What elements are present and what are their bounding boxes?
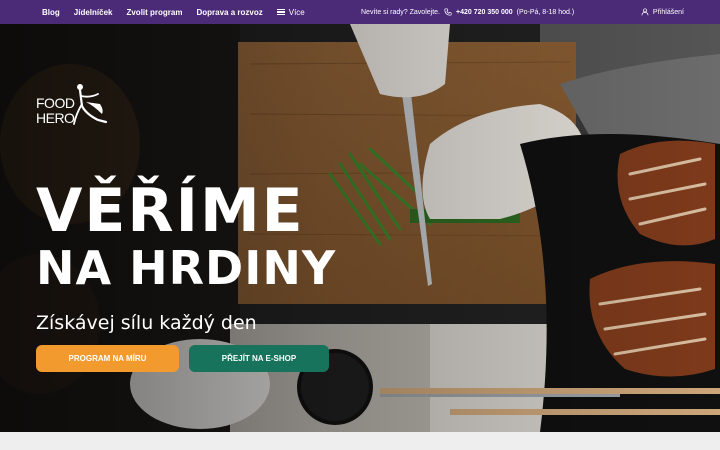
hero-title-line1: VĚŘÍME [36,176,305,246]
top-navigation-bar: Blog Jídelníček Zvolit program Doprava a… [0,0,720,24]
nav-doprava-a-rozvoz[interactable]: Doprava a rozvoz [196,8,262,17]
menu-icon [276,8,285,16]
nav-more[interactable]: Více [276,7,305,17]
login-label: Přihlášení [652,8,684,16]
logo-text-food: FOOD [36,95,75,111]
phone-number[interactable]: +420 720 350 000 [456,9,513,16]
nav-more-label: Více [288,7,305,17]
opening-hours: (Po-Pá, 8-18 hod.) [516,8,575,16]
next-section-strip [0,432,720,450]
main-nav: Blog Jídelníček Zvolit program Doprava a… [0,8,305,17]
user-icon [641,8,649,16]
hero-figure-icon [73,84,108,125]
food-hero-logo[interactable]: FOOD HERO [36,76,116,130]
hero-headline: VĚŘÍME NA HRDINY [36,179,336,293]
nav-jidelnicek[interactable]: Jídelníček [74,8,113,17]
nav-blog[interactable]: Blog [42,8,60,17]
phone-icon [444,8,452,16]
help-contact: Nevíte si rady? Zavolejte. +420 720 350 … [361,0,574,24]
hero-tagline: Získávej sílu každý den [36,312,257,334]
logo-text-hero: HERO [36,110,75,126]
e-shop-button[interactable]: PŘEJÍT NA E-SHOP [189,345,329,372]
help-text: Nevíte si rady? Zavolejte. [361,8,440,16]
hero-title-line2: NA HRDINY [36,241,337,295]
login-link[interactable]: Přihlášení [641,0,684,24]
program-na-miru-button[interactable]: PROGRAM NA MÍRU [36,345,179,372]
nav-zvolit-program[interactable]: Zvolit program [126,8,182,17]
